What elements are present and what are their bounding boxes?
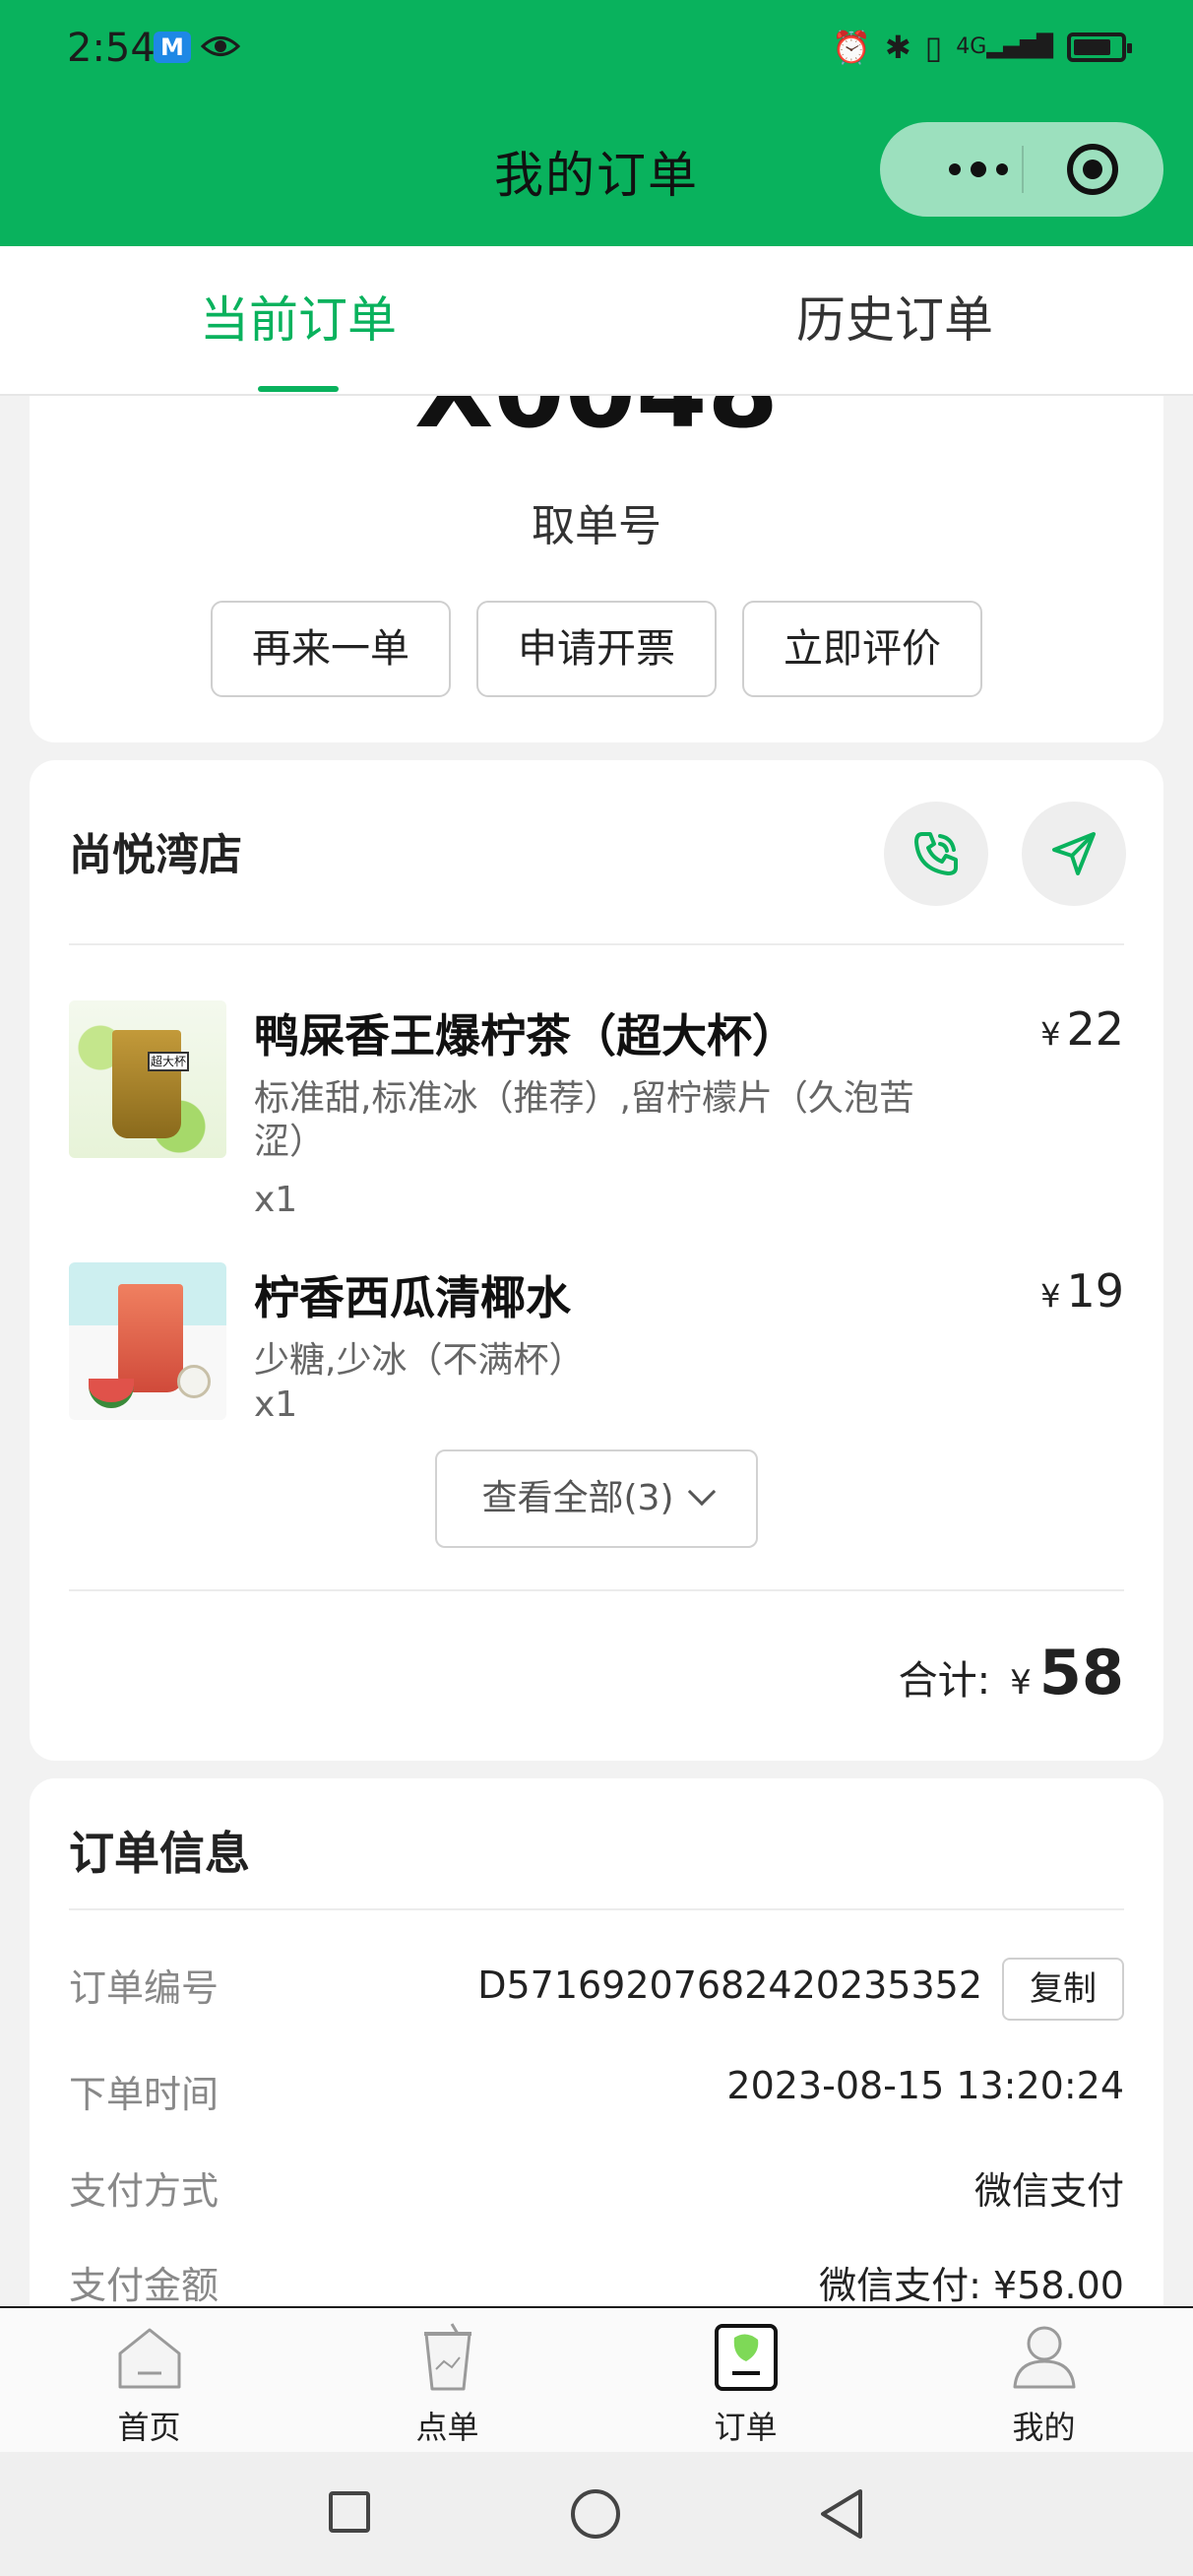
active-tab-indicator <box>258 386 339 392</box>
divider <box>69 1908 1124 1910</box>
pickup-number: X0048 <box>30 396 1163 465</box>
view-all-items-button[interactable]: 查看全部(3) <box>435 1449 758 1548</box>
recent-apps-button[interactable] <box>329 2491 370 2533</box>
item-price: ¥22 <box>1040 1002 1124 1056</box>
cup-icon <box>423 2323 471 2391</box>
row-value: 2023-08-15 13:20:24 <box>726 2064 1124 2107</box>
order-total: 合计: ¥ 58 <box>899 1637 1124 1708</box>
call-store-button[interactable] <box>884 802 988 906</box>
item-qty: x1 <box>254 1180 298 1220</box>
navigate-store-button[interactable] <box>1022 802 1126 906</box>
pickup-label: 取单号 <box>532 501 661 551</box>
copy-button[interactable]: 复制 <box>1002 1958 1124 2021</box>
tab-label: 订单 <box>714 2409 778 2446</box>
currency-symbol: ¥ <box>1010 1663 1032 1703</box>
divider <box>69 943 1124 945</box>
vibrate-icon: ▯ <box>924 29 943 66</box>
tab-order-menu[interactable]: 点单 <box>298 2308 596 2452</box>
row-key: 支付金额 <box>69 2264 220 2306</box>
product-image: 超大杯 <box>69 1000 226 1158</box>
chevron-down-icon <box>687 1477 716 1507</box>
order-number-row: 订单编号 D5716920768242023535​2 复制 <box>69 1958 1124 2021</box>
navigation-arrow-icon <box>1052 832 1096 875</box>
more-menu-button[interactable] <box>919 122 1037 217</box>
item-spec: 标准甜,标准冰（推荐）,留柠檬片（久泡苦涩） <box>254 1078 914 1162</box>
top-bar: 2:54 M ⏰ ✱ ▯ 4G▂▄▆█ 我的订单 <box>0 0 1193 246</box>
order-actions: 再来一单 申请开票 立即评价 <box>30 601 1163 697</box>
product-image <box>69 1262 226 1420</box>
reorder-button[interactable]: 再来一单 <box>211 601 451 697</box>
row-value: 微信支付 <box>973 2169 1124 2213</box>
item-spec: 少糖,少冰（不满杯） <box>254 1340 585 1381</box>
tab-label: 首页 <box>117 2409 181 2446</box>
order-item: 柠香西瓜清椰水 少糖,少冰（不满杯） x1 ¥19 <box>69 1262 1124 1430</box>
payment-method-row: 支付方式 微信支付 <box>69 2160 1124 2220</box>
store-name: 尚悦湾店 <box>69 830 242 880</box>
price-value: 19 <box>1066 1264 1124 1318</box>
divider <box>69 1589 1124 1591</box>
tab-label: 点单 <box>415 2409 479 2446</box>
alarm-icon: ⏰ <box>832 29 871 66</box>
bluetooth-icon: ✱ <box>884 29 911 66</box>
tab-history-orders[interactable]: 历史订单 <box>596 246 1193 394</box>
currency-symbol: ¥ <box>1040 1015 1061 1053</box>
tab-label: 历史订单 <box>796 291 993 349</box>
home-icon <box>118 2328 180 2389</box>
total-label: 合计: <box>898 1658 991 1704</box>
profile-icon <box>1013 2326 1075 2389</box>
view-all-label: 查看全部(3) <box>481 1478 674 1518</box>
order-item: 超大杯 鸭屎香王爆柠茶（超大杯） 标准甜,标准冰（推荐）,留柠檬片（久泡苦涩） … <box>69 1000 1124 1220</box>
store-order-card: 尚悦湾店 超大杯 鸭屎香王爆柠茶（超大杯） 标准甜,标准冰（推荐）,留柠檬片（久… <box>30 760 1163 1761</box>
currency-symbol: ¥ <box>1040 1277 1061 1315</box>
row-value: 微信支付: ¥58.00 <box>819 2264 1124 2306</box>
item-qty: x1 <box>254 1385 298 1425</box>
close-mini-program-button[interactable] <box>1067 144 1118 195</box>
home-button[interactable] <box>571 2489 620 2539</box>
network-type: 4G <box>956 34 987 59</box>
status-icons: ⏰ ✱ ▯ 4G▂▄▆█ <box>832 28 1132 67</box>
order-number: D5716920768242023535​2 <box>477 1964 982 2007</box>
tab-label: 当前订单 <box>200 291 397 349</box>
scroll-content[interactable]: X0048 取单号 再来一单 申请开票 立即评价 尚悦湾店 <box>0 396 1193 2306</box>
phone-icon <box>914 832 958 875</box>
mini-program-capsule <box>880 122 1163 217</box>
tab-home[interactable]: 首页 <box>0 2308 298 2452</box>
tab-orders[interactable]: 订单 <box>596 2308 895 2452</box>
item-name: 鸭屎香王爆柠茶（超大杯） <box>254 1009 797 1063</box>
status-time: 2:54 <box>67 26 156 71</box>
order-icon <box>714 2324 778 2391</box>
tab-label: 我的 <box>1012 2409 1076 2446</box>
tab-current-orders[interactable]: 当前订单 <box>0 246 596 394</box>
app-notification-icon: M <box>154 32 191 63</box>
row-key: 支付方式 <box>69 2169 220 2213</box>
system-nav-bar <box>0 2452 1193 2576</box>
back-button[interactable] <box>817 2487 866 2541</box>
row-key: 订单编号 <box>69 1966 220 2010</box>
tab-profile[interactable]: 我的 <box>895 2308 1193 2452</box>
order-time-row: 下单时间 2023-08-15 13:20:24 <box>69 2064 1124 2123</box>
rate-button[interactable]: 立即评价 <box>742 601 982 697</box>
item-price: ¥19 <box>1040 1264 1124 1318</box>
bottom-tab-bar: 首页 点单 订单 我的 <box>0 2306 1193 2452</box>
eye-icon <box>201 36 240 56</box>
battery-icon <box>1067 32 1132 62</box>
total-amount: 58 <box>1038 1637 1124 1708</box>
order-tabs: 当前订单 历史订单 <box>0 246 1193 396</box>
order-info-title: 订单信息 <box>69 1827 250 1880</box>
item-name: 柠香西瓜清椰水 <box>254 1271 571 1324</box>
signal-icon: 4G▂▄▆█ <box>956 34 1053 59</box>
payment-amount-row: 支付金额 微信支付: ¥58.00 <box>69 2255 1124 2306</box>
request-invoice-button[interactable]: 申请开票 <box>476 601 717 697</box>
order-info-card: 订单信息 订单编号 D5716920768242023535​2 复制 下单时间… <box>30 1778 1163 2306</box>
capsule-divider <box>1022 146 1024 193</box>
pickup-card: X0048 取单号 再来一单 申请开票 立即评价 <box>30 396 1163 742</box>
row-key: 下单时间 <box>69 2073 220 2116</box>
price-value: 22 <box>1066 1002 1124 1056</box>
